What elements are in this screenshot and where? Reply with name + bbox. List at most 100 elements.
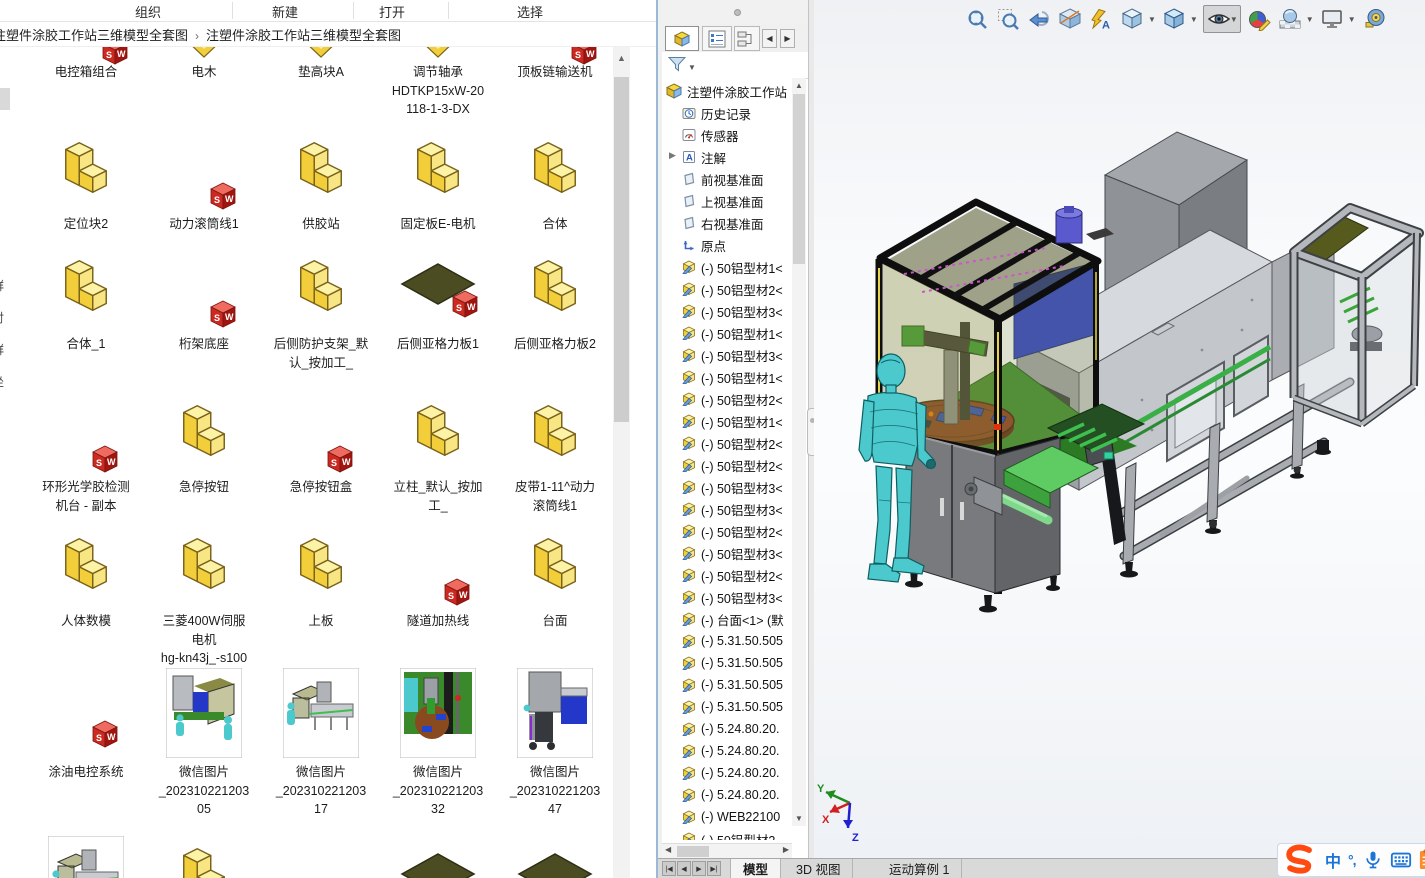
control-cabinet[interactable] xyxy=(905,425,1126,613)
tree-item[interactable]: (-) 50铝型材2< xyxy=(682,520,783,542)
tab-configurations[interactable] xyxy=(734,26,760,51)
tree-item[interactable]: 右视基准面 xyxy=(682,212,764,234)
tree-item[interactable]: (-) 50铝型材3< xyxy=(682,498,783,520)
tree-item[interactable]: (-) 50铝型材2 xyxy=(682,828,775,840)
tree-scroll-up-icon[interactable]: ▲ xyxy=(792,81,806,90)
tree-item[interactable]: (-) 50铝型材3< xyxy=(682,476,783,498)
tree-filter-bar[interactable]: ▼ xyxy=(662,52,808,79)
expand-arrow-icon[interactable]: ▶ xyxy=(669,150,676,161)
view-orientation-icon[interactable] xyxy=(1119,6,1145,32)
tree-item[interactable]: (-) 50铝型材1< xyxy=(682,256,783,278)
tree-item[interactable]: (-) 5.31.50.505 xyxy=(682,652,783,674)
tree-item[interactable]: (-) 50铝型材1< xyxy=(682,366,783,388)
tree-item[interactable]: 前视基准面 xyxy=(682,168,764,190)
tree-item[interactable]: (-) 5.24.80.20. xyxy=(682,740,780,762)
graphics-area[interactable]: Y X Z xyxy=(814,0,1425,858)
tree-item[interactable]: 传感器 xyxy=(682,124,739,146)
tree-item[interactable]: (-) 50铝型材3< xyxy=(682,344,783,366)
breadcrumb-segment[interactable]: 注塑件涂胶工作站三维模型全套图 xyxy=(0,28,188,43)
scrollbar-thumb[interactable] xyxy=(614,77,629,422)
tree-item[interactable]: ▶A注解 xyxy=(682,146,726,168)
previous-view-icon[interactable] xyxy=(1026,6,1052,32)
doc-nav-prev-icon[interactable]: ◀ xyxy=(677,861,691,876)
tree-item[interactable]: (-) 50铝型材2< xyxy=(682,278,783,300)
tree-item[interactable]: (-) 5.31.50.505 xyxy=(682,696,783,718)
zoom-to-fit-icon[interactable] xyxy=(964,6,990,32)
tree-scroll-left-icon[interactable]: ◀ xyxy=(665,845,671,854)
breadcrumb[interactable]: 注塑件涂胶工作站三维模型全套图›注塑件涂胶工作站三维模型全套图 xyxy=(0,22,656,47)
tab-property-manager[interactable] xyxy=(702,26,732,51)
keyboard-icon[interactable] xyxy=(1390,849,1412,871)
doc-nav-first-icon[interactable]: |◀ xyxy=(662,861,676,876)
tree-item[interactable]: (-) 台面<1> (默 xyxy=(682,608,784,630)
sogou-logo-icon[interactable] xyxy=(1282,842,1318,878)
display-style-icon[interactable] xyxy=(1161,6,1187,32)
explorer-scrollbar[interactable]: ▲ xyxy=(613,47,630,878)
tree-item[interactable]: (-) 5.31.50.505 xyxy=(682,674,783,696)
tree-scroll-down-icon[interactable]: ▼ xyxy=(792,814,806,823)
dropdown-caret-icon[interactable]: ▼ xyxy=(1306,15,1314,24)
ime-language-button[interactable]: 中 xyxy=(1325,848,1341,872)
panel-collapse-handle[interactable] xyxy=(734,9,741,16)
tree-item[interactable]: (-) 5.24.80.20. xyxy=(682,762,780,784)
tree-hscrollbar-thumb[interactable] xyxy=(677,846,709,857)
annotation-view-icon[interactable]: A xyxy=(1088,6,1114,32)
ime-punctuation-button[interactable]: °, xyxy=(1348,852,1356,868)
dropdown-caret-icon[interactable]: ▼ xyxy=(1230,15,1238,24)
hide-show-items-icon[interactable] xyxy=(1206,6,1232,32)
tree-item[interactable]: 原点 xyxy=(682,234,726,256)
nav-item-fragment[interactable]: 对 xyxy=(0,309,4,326)
zoom-to-area-icon[interactable] xyxy=(995,6,1021,32)
panel-tab-next-icon[interactable]: ▶ xyxy=(780,29,795,48)
doc-tab-1[interactable]: 模型 xyxy=(730,859,781,878)
dropdown-caret-icon[interactable]: ▼ xyxy=(1348,15,1356,24)
tree-item[interactable]: (-) 5.24.80.20. xyxy=(682,718,780,740)
tree-item[interactable]: (-) 5.24.80.20. xyxy=(682,784,780,806)
tab-feature-tree[interactable] xyxy=(665,26,699,51)
hide-show-items-button[interactable]: ▼ xyxy=(1203,5,1241,33)
filter-dropdown-icon[interactable]: ▼ xyxy=(688,63,696,72)
tree-item[interactable]: (-) WEB22100 xyxy=(682,806,780,828)
tree-root-item[interactable]: 注塑件涂胶工作站 xyxy=(666,80,787,102)
tree-item[interactable]: (-) 50铝型材3< xyxy=(682,300,783,322)
filter-funnel-icon[interactable] xyxy=(668,56,686,72)
breadcrumb-segment[interactable]: 注塑件涂胶工作站三维模型全套图 xyxy=(206,28,401,43)
toolbar-item-2[interactable]: 新建 xyxy=(272,2,298,21)
graphics-viewport[interactable]: Y X Z A ▼ ▼ ▼ ▼ ▼ xyxy=(814,0,1425,858)
nav-item-fragment[interactable]: 群 xyxy=(0,277,4,294)
tree-scrollbar-thumb[interactable] xyxy=(793,94,805,264)
tree-item[interactable]: (-) 50铝型材3< xyxy=(682,586,783,608)
toolbar-item-4[interactable]: 选择 xyxy=(517,2,543,21)
tree-scroll-right-icon[interactable]: ▶ xyxy=(783,845,789,854)
tree-item[interactable]: (-) 50铝型材1< xyxy=(682,410,783,432)
doc-tab-3[interactable]: 运动算例 1 xyxy=(877,859,962,878)
tree-horizontal-scrollbar[interactable]: ◀ ▶ xyxy=(662,843,792,859)
doc-tab-2[interactable]: 3D 视图 xyxy=(784,859,853,878)
right-cage[interactable] xyxy=(1292,208,1419,455)
tree-item[interactable]: (-) 50铝型材2< xyxy=(682,432,783,454)
tree-item[interactable]: (-) 50铝型材2< xyxy=(682,454,783,476)
nav-item-fragment[interactable]: 群 xyxy=(0,341,4,358)
dropdown-caret-icon[interactable]: ▼ xyxy=(1148,15,1156,24)
tree-item[interactable]: 上视基准面 xyxy=(682,190,764,212)
dropdown-caret-icon[interactable]: ▼ xyxy=(1190,15,1198,24)
view-settings-icon[interactable] xyxy=(1319,6,1345,32)
edit-appearance-icon[interactable] xyxy=(1246,6,1272,32)
tree-item[interactable]: (-) 50铝型材3< xyxy=(682,542,783,564)
doc-nav-next-icon[interactable]: ▶ xyxy=(692,861,706,876)
tree-item[interactable]: (-) 50铝型材2< xyxy=(682,564,783,586)
toolbar-item-1[interactable]: 组织 xyxy=(135,2,161,21)
section-view-icon[interactable] xyxy=(1057,6,1083,32)
tree-item[interactable]: (-) 5.31.50.505 xyxy=(682,630,783,652)
toolbar-item-3[interactable]: 打开 xyxy=(379,2,405,21)
nav-item-fragment[interactable]: 坐 xyxy=(0,373,4,390)
tree-item[interactable]: (-) 50铝型材2< xyxy=(682,388,783,410)
tree-vertical-scrollbar[interactable]: ▲ ▼ xyxy=(792,78,806,826)
tree-item[interactable]: 历史记录 xyxy=(682,102,751,124)
tape-measure-icon[interactable] xyxy=(1361,6,1387,32)
microphone-icon[interactable] xyxy=(1363,850,1383,870)
tree-item[interactable]: (-) 50铝型材1< xyxy=(682,322,783,344)
clipboard-icon[interactable] xyxy=(1419,849,1425,871)
panel-tab-prev-icon[interactable]: ◀ xyxy=(762,29,777,48)
doc-nav-last-icon[interactable]: ▶| xyxy=(707,861,721,876)
